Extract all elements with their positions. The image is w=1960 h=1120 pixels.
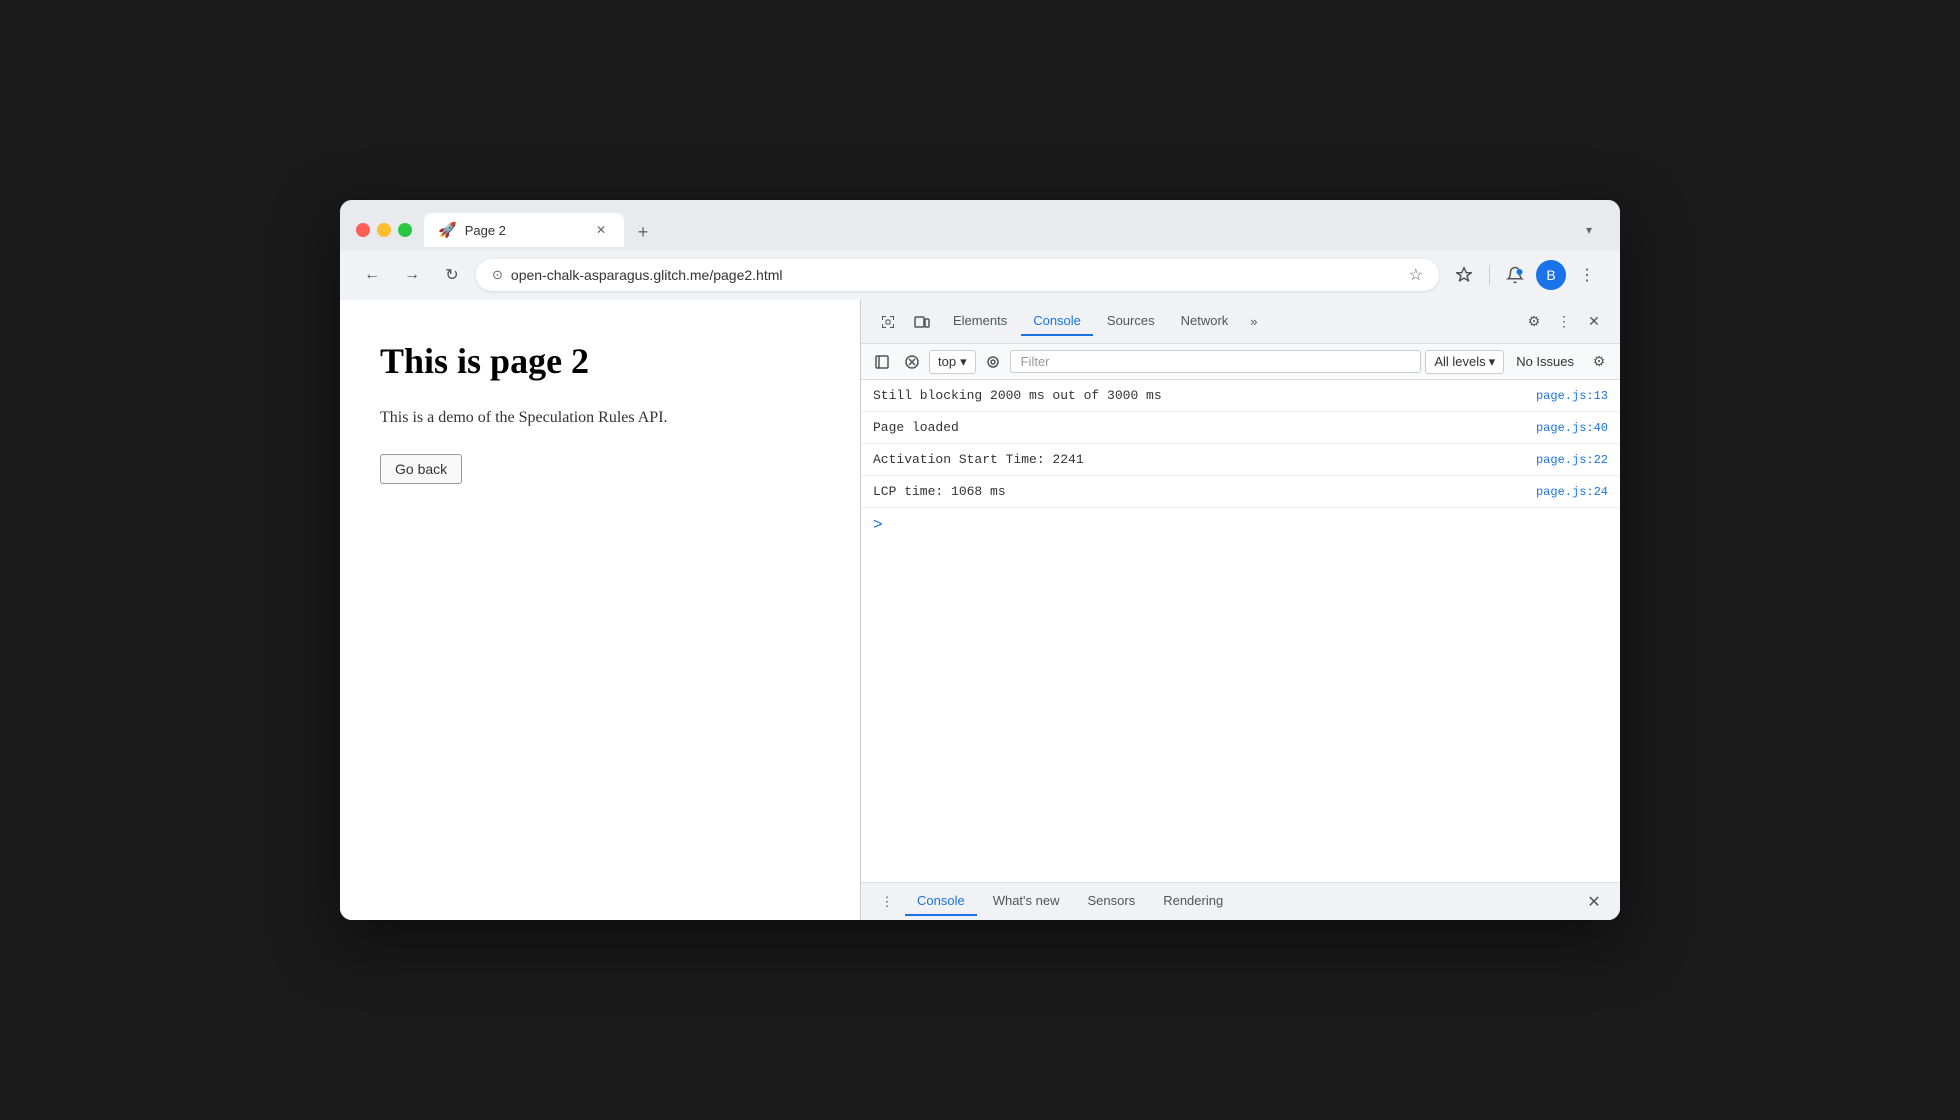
- devtools-right-actions: ⚙ ⋮ ✕: [1520, 308, 1608, 336]
- reload-button[interactable]: ↻: [436, 259, 468, 291]
- address-text: open-chalk-asparagus.glitch.me/page2.htm…: [511, 267, 1401, 283]
- page-content: This is page 2 This is a demo of the Spe…: [340, 300, 860, 920]
- console-message-3: LCP time: 1068 ms: [873, 484, 1528, 499]
- devtools-more-icon[interactable]: ⋮: [1550, 308, 1578, 336]
- no-issues-button[interactable]: No Issues: [1508, 351, 1582, 372]
- live-expression-icon[interactable]: [980, 349, 1006, 375]
- context-selector[interactable]: top ▾: [929, 350, 976, 374]
- back-button[interactable]: ←: [356, 259, 388, 291]
- nav-bar: ← → ↻ ⊙ open-chalk-asparagus.glitch.me/p…: [340, 250, 1620, 300]
- notifications-icon[interactable]: [1498, 258, 1532, 292]
- all-levels-label: All levels: [1434, 354, 1485, 369]
- console-prompt-symbol: >: [873, 516, 883, 534]
- tab-console[interactable]: Console: [1021, 307, 1093, 336]
- bottom-menu-icon[interactable]: ⋮: [873, 888, 901, 916]
- console-entry-0: Still blocking 2000 ms out of 3000 ms pa…: [861, 380, 1620, 412]
- devtools-settings-icon[interactable]: ⚙: [1520, 308, 1548, 336]
- more-tabs-button[interactable]: »: [1242, 308, 1265, 335]
- bottom-tab-console[interactable]: Console: [905, 887, 977, 916]
- console-source-link-2[interactable]: page.js:22: [1536, 453, 1608, 467]
- console-entry-3: LCP time: 1068 ms page.js:24: [861, 476, 1620, 508]
- devtools-tabs: Elements Console Sources Network »: [941, 307, 1516, 336]
- devtools-bottom-bar: ⋮ Console What's new Sensors Rendering ✕: [861, 882, 1620, 920]
- devtools-panel: Elements Console Sources Network » ⚙ ⋮ ✕: [860, 300, 1620, 920]
- context-selector-arrow: ▾: [960, 354, 967, 370]
- all-levels-arrow: ▾: [1489, 354, 1496, 370]
- window-dropdown-button[interactable]: ▾: [1574, 215, 1604, 245]
- extensions-icon[interactable]: [1447, 258, 1481, 292]
- bottom-tabs: Console What's new Sensors Rendering: [905, 887, 1576, 916]
- console-message-2: Activation Start Time: 2241: [873, 452, 1528, 467]
- console-sidebar-icon[interactable]: [869, 349, 895, 375]
- console-settings-icon[interactable]: ⚙: [1586, 349, 1612, 375]
- bottom-tab-whats-new[interactable]: What's new: [981, 887, 1072, 916]
- tabs-area: 🚀 Page 2 ✕ +: [424, 213, 1562, 247]
- tab-sources[interactable]: Sources: [1095, 307, 1167, 336]
- clear-console-icon[interactable]: [899, 349, 925, 375]
- console-entry-2: Activation Start Time: 2241 page.js:22: [861, 444, 1620, 476]
- console-source-link-3[interactable]: page.js:24: [1536, 485, 1608, 499]
- devtools-close-icon[interactable]: ✕: [1580, 308, 1608, 336]
- minimize-button[interactable]: [377, 223, 391, 237]
- tab-network[interactable]: Network: [1169, 307, 1241, 336]
- console-source-link-0[interactable]: page.js:13: [1536, 389, 1608, 403]
- bottom-tab-rendering[interactable]: Rendering: [1151, 887, 1235, 916]
- page-description: This is a demo of the Speculation Rules …: [380, 406, 820, 430]
- console-message-1: Page loaded: [873, 420, 1528, 435]
- console-toolbar: top ▾ All levels ▾ No Issues ⚙: [861, 344, 1620, 380]
- console-entry-1: Page loaded page.js:40: [861, 412, 1620, 444]
- active-tab[interactable]: 🚀 Page 2 ✕: [424, 213, 624, 247]
- inspect-element-icon[interactable]: [873, 307, 903, 337]
- profile-button[interactable]: B: [1536, 260, 1566, 290]
- bottom-tab-sensors[interactable]: Sensors: [1076, 887, 1148, 916]
- chrome-menu-icon[interactable]: ⋮: [1570, 258, 1604, 292]
- maximize-button[interactable]: [398, 223, 412, 237]
- browser-window: 🚀 Page 2 ✕ + ▾ ← → ↻ ⊙ open-chalk-aspara…: [340, 200, 1620, 920]
- new-tab-button[interactable]: +: [628, 217, 658, 247]
- divider: [1489, 265, 1490, 285]
- traffic-lights: [356, 223, 412, 237]
- bookmark-star-icon[interactable]: ☆: [1409, 265, 1423, 285]
- nav-actions: B ⋮: [1447, 258, 1604, 292]
- console-message-0: Still blocking 2000 ms out of 3000 ms: [873, 388, 1528, 403]
- bottom-close-icon[interactable]: ✕: [1580, 888, 1608, 916]
- page-heading: This is page 2: [380, 340, 820, 382]
- filter-input[interactable]: [1010, 350, 1422, 373]
- context-selector-label: top: [938, 354, 956, 369]
- console-output: Still blocking 2000 ms out of 3000 ms pa…: [861, 380, 1620, 882]
- forward-button[interactable]: →: [396, 259, 428, 291]
- all-levels-button[interactable]: All levels ▾: [1425, 350, 1504, 374]
- console-source-link-1[interactable]: page.js:40: [1536, 421, 1608, 435]
- tab-favicon: 🚀: [438, 221, 457, 239]
- content-area: This is page 2 This is a demo of the Spe…: [340, 300, 1620, 920]
- address-bar[interactable]: ⊙ open-chalk-asparagus.glitch.me/page2.h…: [476, 259, 1439, 291]
- address-security-icon: ⊙: [492, 267, 503, 283]
- close-button[interactable]: [356, 223, 370, 237]
- device-toolbar-icon[interactable]: [907, 307, 937, 337]
- tab-elements[interactable]: Elements: [941, 307, 1019, 336]
- go-back-button[interactable]: Go back: [380, 454, 462, 484]
- tab-close-icon[interactable]: ✕: [592, 221, 610, 239]
- devtools-top-bar: Elements Console Sources Network » ⚙ ⋮ ✕: [861, 300, 1620, 344]
- title-bar: 🚀 Page 2 ✕ + ▾: [340, 200, 1620, 250]
- console-prompt[interactable]: >: [861, 508, 1620, 542]
- tab-title: Page 2: [465, 223, 584, 238]
